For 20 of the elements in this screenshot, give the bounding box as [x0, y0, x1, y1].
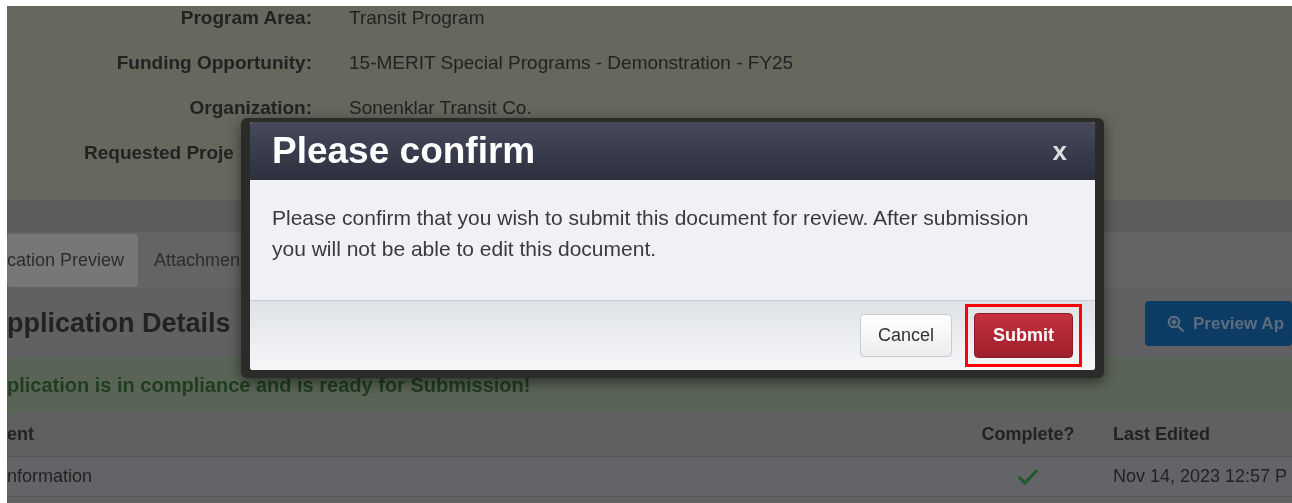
submit-button[interactable]: Submit	[974, 313, 1073, 358]
column-header: Complete?	[980, 423, 1076, 446]
column-header: ent	[7, 423, 35, 446]
field-value: 15-MERIT Special Programs - Demonstration - FY25	[349, 51, 794, 76]
close-button[interactable]: x	[1046, 131, 1073, 171]
field-label: Program Area:	[179, 6, 312, 31]
table-cell-text: nformation	[7, 465, 94, 488]
field-label: Funding Opportunity:	[115, 51, 312, 76]
dialog-message: Please confirm that you wish to submit this document for review. After submission you will not be able to edit this document.	[272, 205, 1030, 262]
section-title: pplication Details	[7, 307, 231, 340]
dialog-title: Please confirm	[272, 128, 536, 173]
compliance-message: plication is in compliance and is ready for Submission!	[7, 373, 531, 398]
field-label: Requested Proje	[84, 141, 234, 166]
field-label: Organization:	[188, 96, 312, 121]
column-header: Last Edited	[1113, 423, 1211, 446]
field-value: Transit Program	[349, 6, 485, 31]
zoom-in-icon	[1167, 314, 1185, 333]
table-cell-text: Nov 14, 2023 12:57 P	[1113, 465, 1289, 488]
field-value: Sonenklar Transit Co.	[349, 96, 532, 121]
cancel-button[interactable]: Cancel	[859, 314, 952, 357]
